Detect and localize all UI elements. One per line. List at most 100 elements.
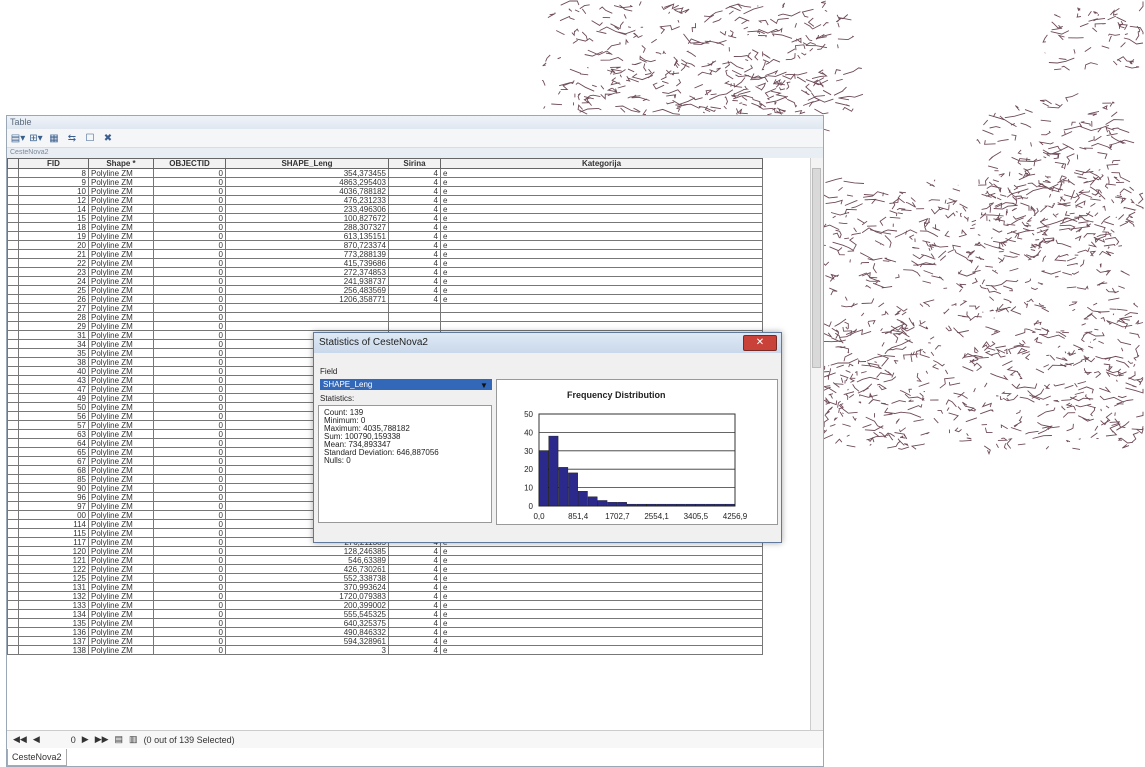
row-selector[interactable] [7,438,19,448]
row-selector[interactable] [7,591,19,601]
scroll-thumb[interactable] [812,168,821,368]
row-selector[interactable] [7,609,19,619]
table-row[interactable]: 135 Polyline ZM 0 640,325375 4 e [7,618,763,628]
chevron-down-icon[interactable]: ▼ [480,381,488,390]
row-selector[interactable] [7,231,19,241]
table-row[interactable]: 138 Polyline ZM 0 3 4 e [7,645,763,655]
row-selector[interactable] [7,294,19,304]
row-selector[interactable] [7,258,19,268]
row-selector[interactable] [7,249,19,259]
table-row[interactable]: 136 Polyline ZM 0 490,846332 4 e [7,627,763,637]
row-selector[interactable] [7,618,19,628]
last-record-icon[interactable]: ▶▶ [95,734,109,745]
row-selector[interactable] [7,267,19,277]
row-selector[interactable] [7,348,19,358]
show-selected-records-icon[interactable]: ▥ [129,734,138,745]
row-selector[interactable] [7,303,19,313]
close-button[interactable]: ✕ [743,335,777,351]
row-selector[interactable] [7,564,19,574]
table-row[interactable]: 15 Polyline ZM 0 100,827672 4 e [7,213,763,223]
row-selector[interactable] [7,600,19,610]
table-row[interactable]: 18 Polyline ZM 0 288,307327 4 e [7,222,763,232]
row-selector[interactable] [7,321,19,331]
table-row[interactable]: 133 Polyline ZM 0 200,399002 4 e [7,600,763,610]
row-selector[interactable] [7,555,19,565]
row-selector[interactable] [7,474,19,484]
switch-selection-icon[interactable]: ⇆ [65,132,79,145]
column-header[interactable]: FID [18,158,89,169]
previous-record-icon[interactable]: ◀ [33,734,40,745]
table-row[interactable]: 125 Polyline ZM 0 552,338738 4 e [7,573,763,583]
table-row[interactable]: 22 Polyline ZM 0 415,739686 4 e [7,258,763,268]
table-row[interactable]: 12 Polyline ZM 0 476,231233 4 e [7,195,763,205]
table-tab[interactable]: CesteNova2 [7,749,67,766]
clear-selection-icon[interactable]: ☐ [83,132,97,145]
table-row[interactable]: 23 Polyline ZM 0 272,374853 4 e [7,267,763,277]
row-selector[interactable] [7,384,19,394]
row-selector[interactable] [7,546,19,556]
field-dropdown[interactable]: SHAPE_Leng [320,379,492,390]
layer-tab[interactable]: CesteNova2 [7,148,823,158]
table-row[interactable]: 20 Polyline ZM 0 870,723374 4 e [7,240,763,250]
next-record-icon[interactable]: ▶ [82,734,89,745]
select-by-attributes-icon[interactable]: ▦ [47,132,61,145]
table-row[interactable]: 28 Polyline ZM 0 [7,312,763,322]
column-header[interactable]: Shape * [88,158,154,169]
row-selector[interactable] [7,222,19,232]
table-row[interactable]: 19 Polyline ZM 0 613,135151 4 e [7,231,763,241]
row-selector[interactable] [7,573,19,583]
table-row[interactable]: 131 Polyline ZM 0 370,993624 4 e [7,582,763,592]
table-row[interactable]: 24 Polyline ZM 0 241,938737 4 e [7,276,763,286]
row-selector[interactable] [7,456,19,466]
row-selector[interactable] [7,339,19,349]
table-options-icon[interactable]: ▤▾ [11,132,25,145]
table-row[interactable]: 8 Polyline ZM 0 354,373455 4 e [7,168,763,178]
vertical-scrollbar[interactable] [810,158,823,745]
table-row[interactable]: 9 Polyline ZM 0 4863,295403 4 e [7,177,763,187]
row-selector[interactable] [7,447,19,457]
row-selector[interactable] [7,429,19,439]
table-row[interactable]: 25 Polyline ZM 0 256,483569 4 e [7,285,763,295]
row-selector[interactable] [7,501,19,511]
table-row[interactable]: 29 Polyline ZM 0 [7,321,763,331]
table-row[interactable]: 137 Polyline ZM 0 594,328961 4 e [7,636,763,646]
column-header[interactable]: SHAPE_Leng [225,158,389,169]
row-selector[interactable] [7,492,19,502]
row-selector[interactable] [7,276,19,286]
row-selector[interactable] [7,465,19,475]
first-record-icon[interactable]: ◀◀ [13,734,27,745]
row-selector[interactable] [7,195,19,205]
row-selector[interactable] [7,420,19,430]
table-row[interactable]: 21 Polyline ZM 0 773,288139 4 e [7,249,763,259]
row-selector[interactable] [7,519,19,529]
row-selector-header[interactable] [7,158,19,169]
table-row[interactable]: 121 Polyline ZM 0 546,63389 4 e [7,555,763,565]
column-header[interactable]: Kategorija [440,158,763,169]
row-selector[interactable] [7,285,19,295]
row-selector[interactable] [7,186,19,196]
table-row[interactable]: 14 Polyline ZM 0 233,496306 4 e [7,204,763,214]
row-selector[interactable] [7,375,19,385]
row-selector[interactable] [7,213,19,223]
table-row[interactable]: 122 Polyline ZM 0 426,730261 4 e [7,564,763,574]
row-selector[interactable] [7,177,19,187]
row-selector[interactable] [7,168,19,178]
row-selector[interactable] [7,528,19,538]
row-selector[interactable] [7,636,19,646]
row-selector[interactable] [7,357,19,367]
row-selector[interactable] [7,240,19,250]
table-row[interactable]: 27 Polyline ZM 0 [7,303,763,313]
related-tables-icon[interactable]: ⊞▾ [29,132,43,145]
table-row[interactable]: 26 Polyline ZM 0 1206,358771 4 e [7,294,763,304]
column-header[interactable]: Sirina [388,158,441,169]
table-row[interactable]: 132 Polyline ZM 0 1720,079383 4 e [7,591,763,601]
row-selector[interactable] [7,393,19,403]
row-selector[interactable] [7,627,19,637]
delete-selected-icon[interactable]: ✖ [101,132,115,145]
row-selector[interactable] [7,402,19,412]
row-selector[interactable] [7,582,19,592]
row-selector[interactable] [7,645,19,655]
row-selector[interactable] [7,312,19,322]
column-header[interactable]: OBJECTID [153,158,226,169]
table-row[interactable]: 120 Polyline ZM 0 128,246385 4 e [7,546,763,556]
